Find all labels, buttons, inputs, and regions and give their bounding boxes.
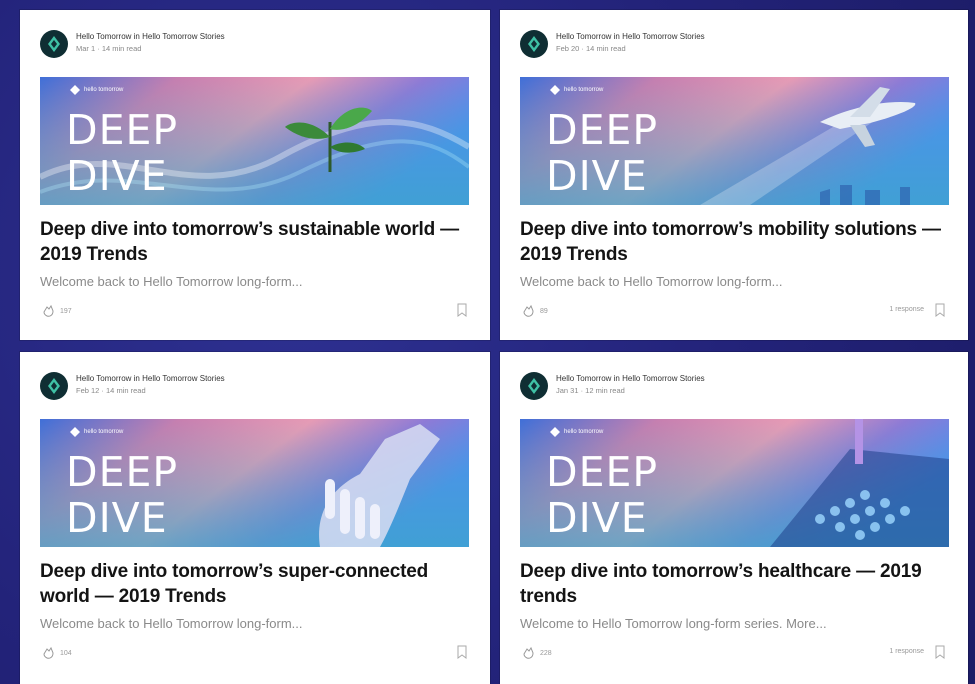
clap-button[interactable]: 197 bbox=[40, 303, 72, 319]
brand-icon bbox=[550, 427, 560, 437]
post-date: Feb 12 · 14 min read bbox=[76, 386, 146, 395]
brand-icon bbox=[70, 85, 80, 95]
author-line[interactable]: Hello Tomorrow in Hello Tomorrow Stories bbox=[556, 373, 705, 385]
story-card[interactable]: Hello Tomorrow in Hello Tomorrow Stories… bbox=[500, 10, 968, 340]
banner-word-deep: DEEP bbox=[546, 448, 659, 496]
story-card[interactable]: Hello Tomorrow in Hello Tomorrow Stories… bbox=[20, 10, 490, 340]
banner-word-deep: DEEP bbox=[66, 106, 179, 154]
clap-count: 89 bbox=[540, 307, 548, 315]
clap-count: 197 bbox=[60, 307, 72, 315]
story-excerpt[interactable]: Welcome back to Hello Tomorrow long-form… bbox=[40, 274, 303, 289]
story-banner[interactable]: hello tomorrow DEEP DIVE bbox=[40, 77, 469, 205]
responses-link[interactable]: 1 response bbox=[889, 306, 924, 313]
bookmark-icon[interactable] bbox=[934, 645, 946, 659]
story-banner[interactable]: hello tomorrow DEEP DIVE bbox=[520, 77, 949, 205]
clap-button[interactable]: 89 bbox=[520, 303, 548, 319]
brand-logo: hello tomorrow bbox=[70, 85, 123, 95]
clap-icon bbox=[43, 304, 54, 317]
clap-count: 228 bbox=[540, 649, 552, 657]
banner-word-dive: DIVE bbox=[546, 152, 648, 200]
story-banner[interactable]: hello tomorrow DEEP DIVE bbox=[520, 419, 949, 547]
clap-icon bbox=[43, 646, 54, 659]
story-card[interactable]: Hello Tomorrow in Hello Tomorrow Stories… bbox=[500, 352, 968, 684]
responses-link[interactable]: 1 response bbox=[889, 648, 924, 655]
story-title[interactable]: Deep dive into tomorrow’s healthcare — 2… bbox=[520, 559, 950, 609]
brand-logo: hello tomorrow bbox=[70, 427, 123, 437]
clap-button[interactable]: 228 bbox=[520, 645, 552, 661]
story-title[interactable]: Deep dive into tomorrow’s sustainable wo… bbox=[40, 217, 470, 267]
bookmark-icon[interactable] bbox=[934, 303, 946, 317]
author-line[interactable]: Hello Tomorrow in Hello Tomorrow Stories bbox=[76, 373, 225, 385]
clap-button[interactable]: 104 bbox=[40, 645, 72, 661]
publication-avatar[interactable] bbox=[40, 372, 68, 400]
bookmark-icon[interactable] bbox=[456, 303, 468, 317]
clap-count: 104 bbox=[60, 649, 72, 657]
author-line[interactable]: Hello Tomorrow in Hello Tomorrow Stories bbox=[556, 31, 705, 43]
brand-icon bbox=[550, 85, 560, 95]
post-date: Jan 31 · 12 min read bbox=[556, 386, 625, 395]
post-date: Feb 20 · 14 min read bbox=[556, 44, 626, 53]
story-excerpt[interactable]: Welcome back to Hello Tomorrow long-form… bbox=[40, 616, 303, 631]
banner-word-deep: DEEP bbox=[66, 448, 179, 496]
publication-avatar[interactable] bbox=[40, 30, 68, 58]
bookmark-icon[interactable] bbox=[456, 645, 468, 659]
story-title[interactable]: Deep dive into tomorrow’s super-connecte… bbox=[40, 559, 470, 609]
banner-word-dive: DIVE bbox=[546, 494, 648, 542]
story-banner[interactable]: hello tomorrow DEEP DIVE bbox=[40, 419, 469, 547]
publication-avatar[interactable] bbox=[520, 30, 548, 58]
story-excerpt[interactable]: Welcome back to Hello Tomorrow long-form… bbox=[520, 274, 783, 289]
story-excerpt[interactable]: Welcome to Hello Tomorrow long-form seri… bbox=[520, 616, 827, 631]
brand-logo: hello tomorrow bbox=[550, 427, 603, 437]
clap-icon bbox=[523, 304, 534, 317]
banner-word-deep: DEEP bbox=[546, 106, 659, 154]
brand-icon bbox=[70, 427, 80, 437]
banner-word-dive: DIVE bbox=[66, 494, 168, 542]
story-title[interactable]: Deep dive into tomorrow’s mobility solut… bbox=[520, 217, 950, 267]
clap-icon bbox=[523, 646, 534, 659]
publication-avatar[interactable] bbox=[520, 372, 548, 400]
author-line[interactable]: Hello Tomorrow in Hello Tomorrow Stories bbox=[76, 31, 225, 43]
banner-word-dive: DIVE bbox=[66, 152, 168, 200]
post-date: Mar 1 · 14 min read bbox=[76, 44, 142, 53]
story-card[interactable]: Hello Tomorrow in Hello Tomorrow Stories… bbox=[20, 352, 490, 684]
brand-logo: hello tomorrow bbox=[550, 85, 603, 95]
